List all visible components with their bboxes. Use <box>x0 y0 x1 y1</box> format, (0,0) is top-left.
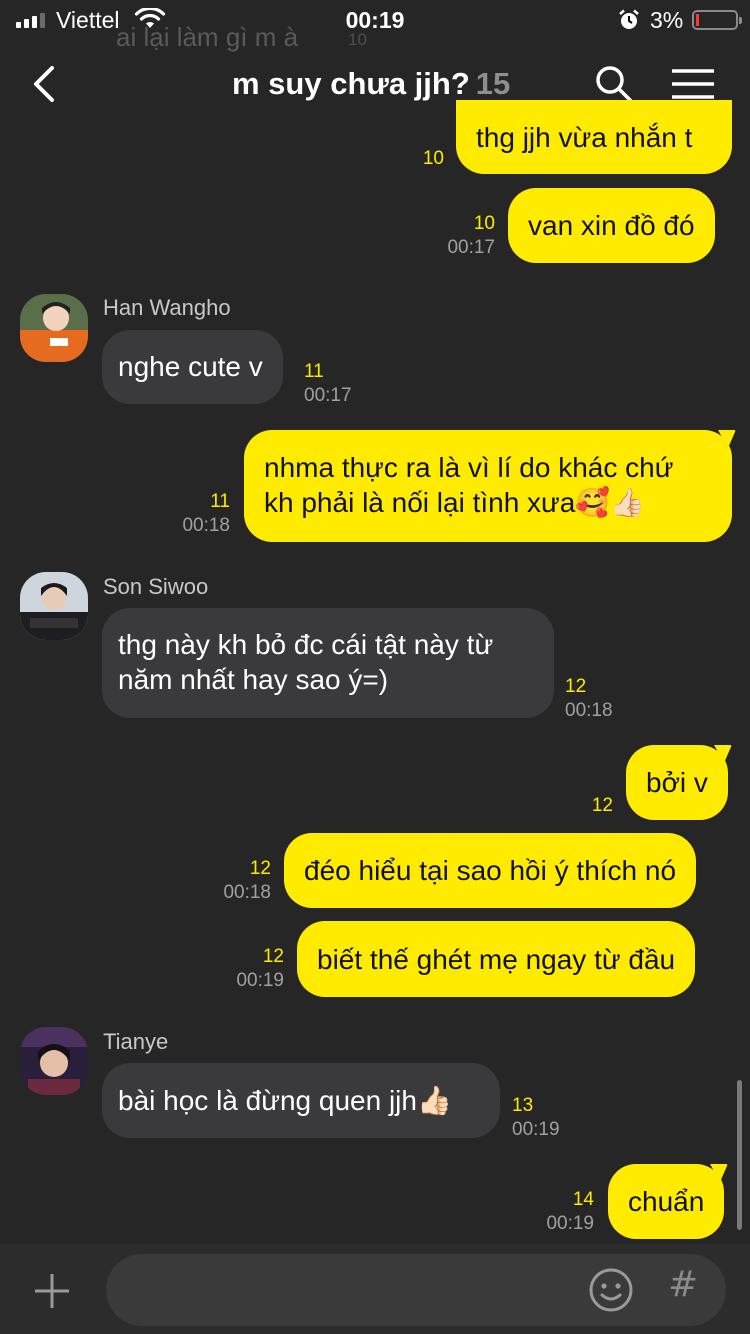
message-meta: 12 00:18 <box>565 675 613 723</box>
chat-title-text: m suy chưa jjh? <box>232 66 470 101</box>
member-count: 15 <box>475 66 511 101</box>
message-text: van xin đồ đó <box>528 210 695 241</box>
unread-count: 12 <box>565 676 587 697</box>
sender-name: Tianye <box>103 1029 169 1054</box>
message-bubble-mine[interactable]: thg jjh vừa nhắn t <box>456 100 732 174</box>
message-input-container[interactable]: # <box>106 1254 726 1326</box>
chat-title: m suy chưa jjh? 15 <box>232 66 510 102</box>
sender-name: Han Wangho <box>103 295 231 320</box>
unread-count: 11 <box>210 491 230 512</box>
message-meta: 12 00:18 <box>223 857 271 905</box>
unread-count: 12 <box>591 795 613 816</box>
message-bubble-mine[interactable]: bởi v <box>626 745 732 820</box>
avatar-image <box>20 572 88 640</box>
message-time: 00:18 <box>223 882 271 903</box>
hamburger-menu-icon[interactable] <box>672 68 714 100</box>
search-icon[interactable] <box>594 64 634 104</box>
message-meta: 13 00:19 <box>512 1094 560 1142</box>
message-text: bài học là đừng quen jjh👍🏻 <box>118 1085 452 1116</box>
message-meta: 11 00:17 <box>304 360 352 408</box>
message-meta: 11 00:18 <box>182 490 230 538</box>
message-meta: 14 00:19 <box>546 1188 594 1236</box>
avatar-image <box>20 1027 88 1095</box>
alarm-clock-icon <box>619 9 639 29</box>
battery-icon <box>692 10 742 30</box>
bubble-tail <box>718 430 736 448</box>
message-meta: 12 00:19 <box>236 945 284 993</box>
message-text-line: nhma thực ra là vì lí do khác chứ <box>264 452 674 483</box>
bubble-tail <box>710 1164 728 1182</box>
message-text-line: kh phải là nối lại tình xưa🥰👍🏻 <box>264 487 646 518</box>
unread-count: 14 <box>572 1189 594 1210</box>
unread-count: 12 <box>262 946 284 967</box>
hashtag-icon[interactable]: # <box>668 1264 698 1305</box>
message-time: 00:19 <box>236 970 284 991</box>
message-bubble-mine[interactable]: đéo hiểu tại sao hồi ý thích nó <box>284 833 697 908</box>
battery-percent: 3% <box>650 7 684 33</box>
message-text: biết thế ghét mẹ ngay từ đầu <box>317 944 676 975</box>
message-bubble-mine[interactable]: nhma thực ra là vì lí do khác chứ kh phả… <box>244 430 736 542</box>
unread-count: 10 <box>422 148 444 169</box>
plus-icon[interactable] <box>33 1272 71 1310</box>
message-text: thg jjh vừa nhắn t <box>476 122 693 153</box>
message-time: 00:18 <box>565 700 613 721</box>
message-bubble-theirs[interactable]: thg này kh bỏ đc cái tật này từ năm nhất… <box>102 608 554 718</box>
message-bubble-mine[interactable]: chuẩn <box>608 1164 728 1239</box>
message-bubble-mine[interactable]: van xin đồ đó <box>508 188 715 263</box>
message-time: 00:18 <box>182 515 230 536</box>
message-bubble-theirs[interactable]: nghe cute v <box>102 330 283 404</box>
unread-count: 13 <box>512 1095 534 1116</box>
emoji-icon[interactable] <box>588 1267 634 1313</box>
message-meta: 10 <box>423 147 444 171</box>
message-meta: 12 <box>592 794 613 818</box>
message-text-line: thg này kh bỏ đc cái tật này từ <box>118 629 494 660</box>
chevron-left-icon[interactable] <box>30 64 60 104</box>
message-text-line: năm nhất hay sao ý=) <box>118 664 389 695</box>
message-bubble-mine[interactable]: biết thế ghét mẹ ngay từ đầu <box>297 921 696 997</box>
message-text: đéo hiểu tại sao hồi ý thích nó <box>304 855 677 886</box>
avatar[interactable] <box>20 572 88 640</box>
message-bubble-theirs[interactable]: bài học là đừng quen jjh👍🏻 <box>102 1063 500 1138</box>
message-meta: 10 00:17 <box>447 212 495 260</box>
message-time: 00:17 <box>447 237 495 258</box>
unread-count: 10 <box>473 213 495 234</box>
avatar-image <box>20 294 88 362</box>
bubble-tail <box>713 745 732 763</box>
message-text: nghe cute v <box>118 351 263 382</box>
message-text: bởi v <box>646 767 708 798</box>
sender-name: Son Siwoo <box>103 574 209 599</box>
message-time: 00:17 <box>304 385 352 406</box>
unread-count: 11 <box>304 361 324 382</box>
avatar[interactable] <box>20 1027 88 1095</box>
message-input[interactable] <box>130 1254 590 1326</box>
message-text: chuẩn <box>628 1186 705 1217</box>
unread-count: 12 <box>249 858 271 879</box>
avatar[interactable] <box>20 294 88 362</box>
message-time: 00:19 <box>512 1119 560 1140</box>
status-bar: Viettel 00:19 3% <box>0 0 750 40</box>
scrollbar[interactable] <box>737 1080 742 1230</box>
composer-bar: # <box>0 1244 750 1334</box>
message-time: 00:19 <box>546 1213 594 1234</box>
